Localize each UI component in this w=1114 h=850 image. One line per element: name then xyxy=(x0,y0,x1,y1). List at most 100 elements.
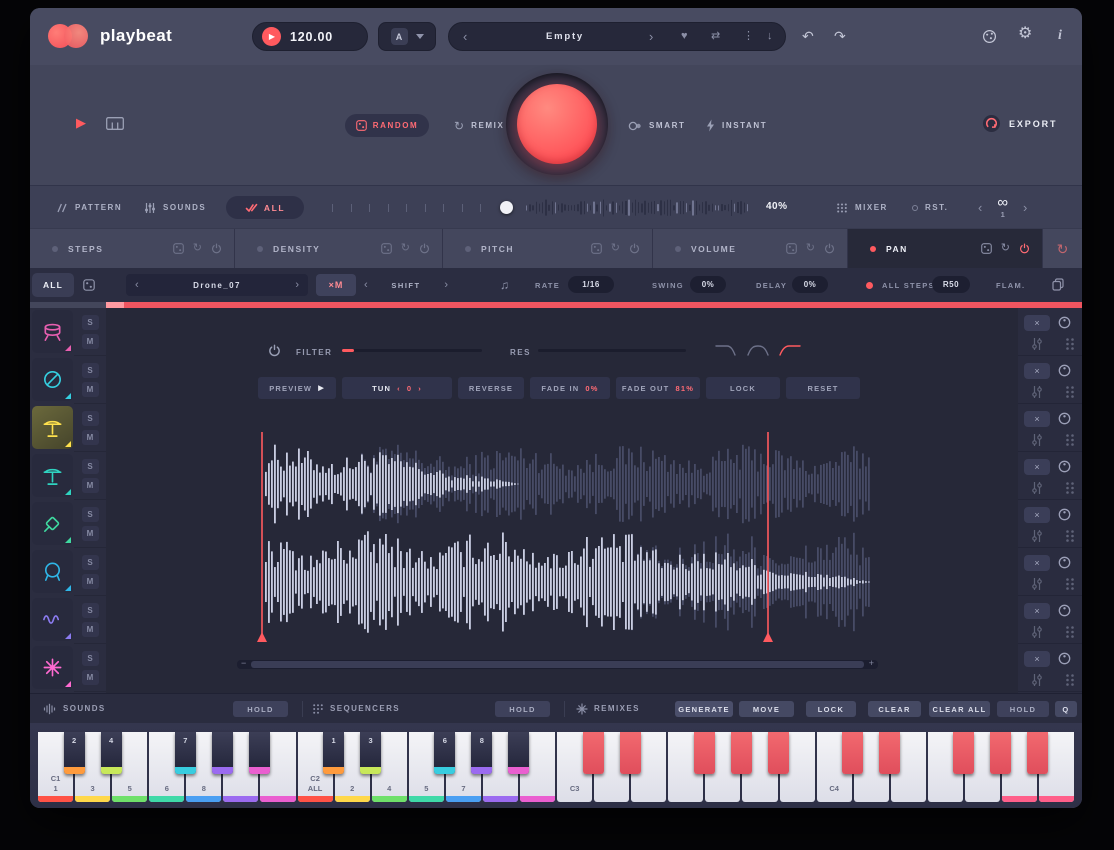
reverse-button[interactable]: REVERSE xyxy=(458,377,524,399)
piano-key-black-5[interactable] xyxy=(249,732,270,774)
track-1-drum-icon[interactable] xyxy=(32,310,73,353)
solo-button[interactable]: S xyxy=(82,555,99,570)
copy-icon[interactable] xyxy=(1052,278,1064,291)
shift-control[interactable]: ‹ SHIFT › xyxy=(364,274,448,296)
piano-key-black-7[interactable]: 3 xyxy=(360,732,381,774)
dice-icon[interactable] xyxy=(173,243,184,254)
fader-icon[interactable] xyxy=(1024,529,1049,543)
clear-track-button[interactable]: × xyxy=(1024,363,1050,379)
mute-button[interactable]: M xyxy=(82,622,99,637)
pan-knob-icon[interactable] xyxy=(1058,604,1071,617)
clear-track-button[interactable]: × xyxy=(1024,651,1050,667)
pattern-tab[interactable]: PATTERN xyxy=(56,186,122,229)
refresh-icon[interactable]: ↻ xyxy=(806,243,815,254)
mute-button[interactable]: M xyxy=(82,382,99,397)
tab-steps[interactable]: STEPS↻ xyxy=(30,229,235,268)
sounds-hold-button[interactable]: HOLD xyxy=(233,701,288,717)
generate-button[interactable]: GENERATE xyxy=(675,701,733,717)
clear-all-button[interactable]: CLEAR ALL xyxy=(929,701,990,717)
dice-icon[interactable] xyxy=(981,243,992,254)
pan-knob-icon[interactable] xyxy=(1058,460,1071,473)
preview-button[interactable]: PREVIEW ▶ xyxy=(258,377,336,399)
settings-gear-icon[interactable]: ⚙ xyxy=(1018,25,1032,43)
mute-button[interactable]: M xyxy=(82,430,99,445)
track-6-tom-icon[interactable] xyxy=(32,550,73,593)
fader-icon[interactable] xyxy=(1024,337,1049,351)
info-icon[interactable]: i xyxy=(1058,27,1062,45)
piano-key-black-19[interactable] xyxy=(990,732,1011,774)
piano-key-black-1[interactable]: 2 xyxy=(64,732,85,774)
fade-out-control[interactable]: FADE OUT 81% xyxy=(616,377,700,399)
bandpass-filter-icon[interactable] xyxy=(746,342,770,358)
tab-volume[interactable]: VOLUME↻ xyxy=(653,229,848,268)
pan-knob-icon[interactable] xyxy=(1058,652,1071,665)
tune-up-icon[interactable]: › xyxy=(418,384,422,393)
fader-icon[interactable] xyxy=(1024,673,1049,687)
tune-down-icon[interactable]: ‹ xyxy=(397,384,401,393)
shift-right-icon[interactable]: › xyxy=(444,280,448,291)
pan-knob-icon[interactable] xyxy=(1058,316,1071,329)
mute-button[interactable]: M xyxy=(82,526,99,541)
clear-track-button[interactable]: × xyxy=(1024,603,1050,619)
drag-grid-icon[interactable] xyxy=(1057,529,1082,543)
more-options-icon[interactable]: ⋮ xyxy=(743,23,754,50)
remix-hold-button[interactable]: HOLD xyxy=(997,701,1049,717)
shift-left-icon[interactable]: ‹ xyxy=(364,280,368,291)
solo-button[interactable]: S xyxy=(82,651,99,666)
humanize-slider[interactable] xyxy=(330,196,750,219)
mute-button[interactable]: M xyxy=(82,670,99,685)
track-8-sparkle-icon[interactable] xyxy=(32,646,73,689)
piano-key-black-9[interactable]: 8 xyxy=(471,732,492,774)
rate-value[interactable]: 1/16 xyxy=(568,276,614,293)
fader-icon[interactable] xyxy=(1024,433,1049,447)
pan-knob-icon[interactable] xyxy=(1058,364,1071,377)
lock-button[interactable]: LOCK xyxy=(706,377,780,399)
mute-button[interactable]: M xyxy=(82,478,99,493)
drag-grid-icon[interactable] xyxy=(1057,577,1082,591)
solo-button[interactable]: S xyxy=(82,363,99,378)
refresh-icon[interactable]: ↻ xyxy=(401,243,410,254)
sequencers-hold-button[interactable]: HOLD xyxy=(495,701,550,717)
drag-grid-icon[interactable] xyxy=(1057,673,1082,687)
track-3-hihat-icon[interactable] xyxy=(32,406,73,449)
export-button[interactable]: EXPORT xyxy=(982,114,1057,133)
pan-knob-icon[interactable] xyxy=(1058,556,1071,569)
note-icon[interactable]: ♫ xyxy=(500,278,509,292)
scroll-plus-icon[interactable]: + xyxy=(869,658,874,668)
piano-key-black-4[interactable] xyxy=(212,732,233,774)
filter-power-icon[interactable] xyxy=(268,344,281,357)
preset-next-button[interactable]: › xyxy=(649,23,653,50)
mixer-button[interactable]: MIXER xyxy=(836,186,888,229)
pan-knob-icon[interactable] xyxy=(1058,508,1071,521)
pan-knob-icon[interactable] xyxy=(1058,412,1071,425)
solo-button[interactable]: S xyxy=(82,411,99,426)
fader-icon[interactable] xyxy=(1024,385,1049,399)
piano-key-black-10[interactable] xyxy=(508,732,529,774)
track-2-cymbal-icon[interactable] xyxy=(32,358,73,401)
piano-key-black-3[interactable]: 7 xyxy=(175,732,196,774)
dice-icon[interactable] xyxy=(83,279,95,291)
piano-key-black-2[interactable]: 4 xyxy=(101,732,122,774)
sample-next-icon[interactable]: › xyxy=(295,280,299,291)
remix-button[interactable]: ↻ REMIX xyxy=(454,114,504,137)
refresh-icon[interactable]: ↻ xyxy=(193,243,202,254)
highpass-filter-icon[interactable] xyxy=(778,342,802,358)
clear-track-button[interactable]: × xyxy=(1024,507,1050,523)
bpm-value[interactable]: 120.00 xyxy=(290,30,333,44)
piano-key-black-14[interactable] xyxy=(731,732,752,774)
solo-button[interactable]: S xyxy=(82,315,99,330)
preset-name[interactable]: Empty xyxy=(489,23,641,50)
sample-start-marker[interactable] xyxy=(257,432,267,642)
drag-grid-icon[interactable] xyxy=(1057,625,1082,639)
random-button[interactable]: RANDOM xyxy=(345,114,429,137)
piano-mode-icon[interactable] xyxy=(106,117,124,130)
solo-button[interactable]: S xyxy=(82,507,99,522)
trigger-pad-button[interactable] xyxy=(517,84,597,164)
waveform-svg[interactable] xyxy=(237,430,878,650)
power-icon[interactable] xyxy=(629,243,640,254)
track-4-hihat-icon[interactable] xyxy=(32,454,73,497)
res-slider[interactable] xyxy=(538,349,686,352)
fader-icon[interactable] xyxy=(1024,577,1049,591)
tab-pan[interactable]: PAN↻ xyxy=(848,229,1043,268)
piano-key-black-11[interactable] xyxy=(583,732,604,774)
